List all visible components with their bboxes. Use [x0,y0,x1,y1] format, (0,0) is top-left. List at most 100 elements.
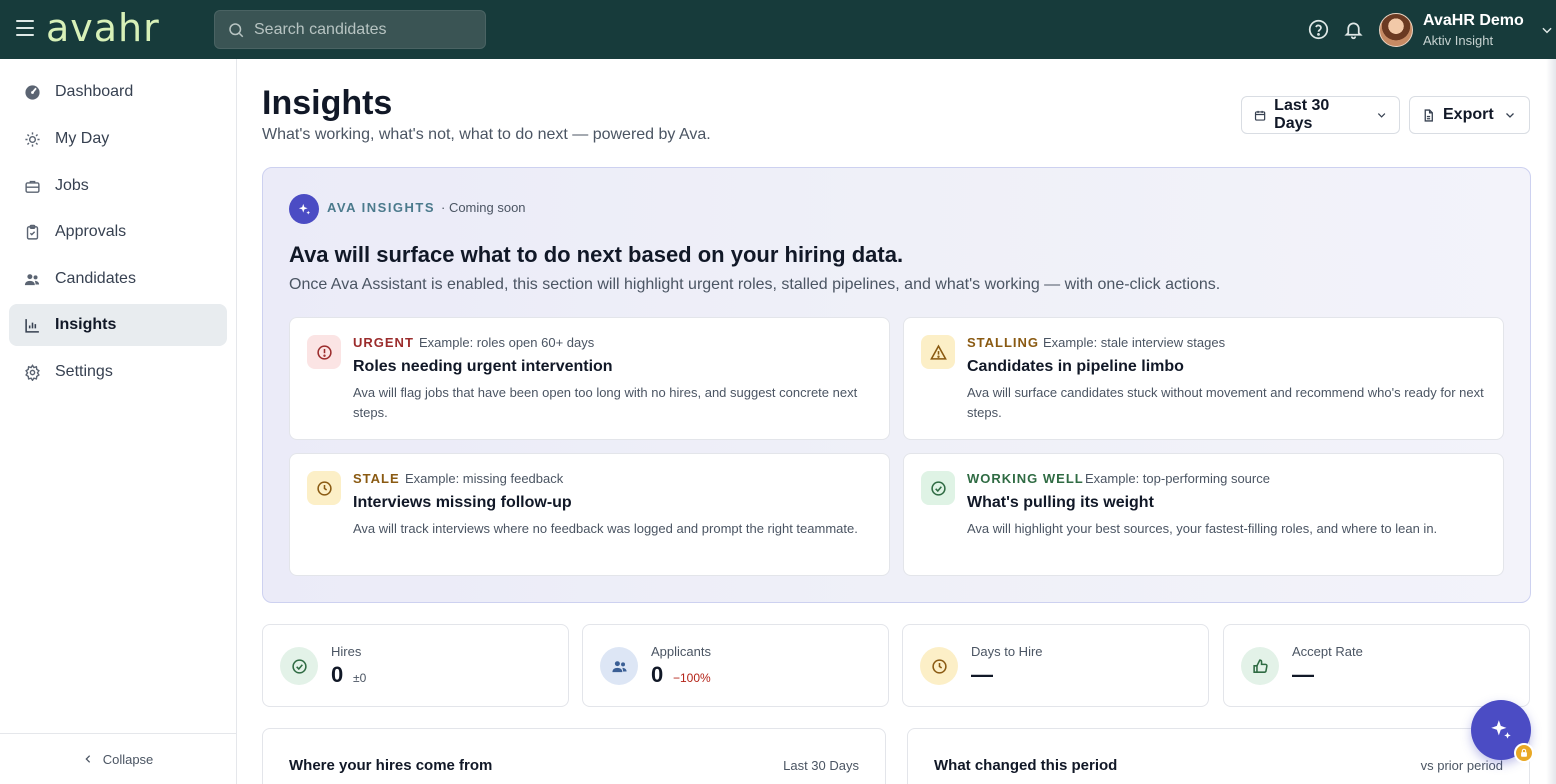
user-org: Aktiv Insight [1423,33,1494,48]
sidebar-item-my-day[interactable]: My Day [9,118,227,160]
card-tag: URGENT [353,335,414,350]
sidebar-item-settings[interactable]: Settings [9,351,227,393]
ava-heading: Ava will surface what to do next based o… [289,242,904,267]
kpi-hires: Hires 0 ±0 [262,624,569,707]
export-button[interactable]: Export [1409,96,1530,134]
ava-status: · Coming soon [441,200,526,215]
kpi-label: Hires [331,644,362,659]
card-example: Example: top-performing source [1085,471,1270,486]
kpi-label: Accept Rate [1292,644,1363,659]
avatar [1379,13,1413,47]
ava-description: Once Ava Assistant is enabled, this sect… [289,276,1221,293]
sidebar-item-approvals[interactable]: Approvals [9,211,227,253]
sidebar-item-candidates[interactable]: Candidates [9,258,227,300]
insight-card-working-well: WORKING WELL Example: top-performing sou… [903,453,1504,576]
card-title: Roles needing urgent intervention [353,358,613,375]
sparkle-icon [289,194,319,224]
sidebar-item-label: Candidates [55,270,136,287]
changes-card: What changed this period vs prior period [907,728,1530,784]
sidebar-item-jobs[interactable]: Jobs [9,165,227,207]
user-name: AvaHR Demo [1423,12,1524,29]
sidebar-item-label: Jobs [55,177,89,194]
page-subtitle: What's working, what's not, what to do n… [262,126,711,143]
search-input[interactable] [254,20,474,39]
alert-circle-icon [307,335,341,369]
people-icon [23,270,41,288]
chart-icon [23,316,41,334]
section-title: Where your hires come from [289,757,493,774]
bell-icon[interactable] [1343,19,1364,40]
kpi-value: 0 [651,662,664,687]
lock-icon [1514,743,1534,763]
kpi-days-to-hire: Days to Hire — [902,624,1209,707]
card-tag: STALLING [967,335,1040,350]
clock-icon [920,647,958,685]
warning-icon [921,335,955,369]
kpi-label: Applicants [651,644,711,659]
collapse-label: Collapse [102,751,154,767]
page-title: Insights [262,84,393,122]
chevron-down-icon [1542,27,1552,34]
card-description: Ava will flag jobs that have been open t… [353,385,858,420]
briefcase-icon [23,177,41,195]
section-period: Last 30 Days [783,758,859,773]
ava-insights-label: AVA INSIGHTS [327,200,436,215]
card-tag: STALE [353,471,400,486]
card-example: Example: roles open 60+ days [419,335,595,350]
card-title: What's pulling its weight [967,494,1154,511]
search-box[interactable] [214,10,486,49]
insight-card-urgent: URGENT Example: roles open 60+ days Role… [289,317,890,440]
clipboard-icon [23,223,41,241]
card-tag: WORKING WELL [967,471,1084,486]
scroll-shadow [1546,59,1556,784]
card-example: Example: stale interview stages [1043,335,1226,350]
sun-icon [23,130,41,148]
card-title: Interviews missing follow-up [353,494,572,511]
dashboard-icon [23,83,41,101]
clock-icon [307,471,341,505]
insight-card-stalling: STALLING Example: stale interview stages… [903,317,1504,440]
sidebar-item-label: Approvals [55,223,127,240]
insight-card-stale: STALE Example: missing feedback Intervie… [289,453,890,576]
user-menu[interactable]: AvaHR Demo Aktiv Insight [1379,11,1554,49]
export-label: Export [1443,106,1494,123]
hires-source-card: Where your hires come from Last 30 Days [262,728,886,784]
check-circle-icon [280,647,318,685]
chevron-left-icon [85,755,90,763]
section-title: What changed this period [934,757,1118,774]
kpi-value: — [1292,662,1314,687]
kpi-accept-rate: Accept Rate — [1223,624,1530,707]
kpi-label: Days to Hire [971,644,1043,659]
kpi-value: — [971,662,993,687]
chevron-down-icon [1377,113,1386,118]
kpi-applicants: Applicants 0 −100% [582,624,889,707]
kpi-delta: −100% [673,671,711,685]
sidebar-item-label: Insights [55,316,117,333]
card-example: Example: missing feedback [405,471,564,486]
gear-icon [23,363,41,381]
date-range-button[interactable]: Last 30 Days [1241,96,1400,134]
kpi-value: 0 [331,662,344,687]
sidebar-item-label: Dashboard [55,83,134,100]
chevron-down-icon [1505,113,1514,118]
document-icon [1424,108,1433,122]
card-description: Ava will track interviews where no feedb… [353,521,858,536]
calendar-icon [1254,110,1266,121]
sidebar-item-insights[interactable]: Insights [9,304,227,346]
sidebar-item-label: My Day [55,130,110,147]
date-range-label: Last 30 Days [1274,97,1330,132]
help-icon[interactable] [1308,19,1329,40]
card-title: Candidates in pipeline limbo [967,358,1184,375]
sidebar-item-label: Settings [55,363,113,380]
ava-insights-panel: AVA INSIGHTS · Coming soon Ava will surf… [262,167,1531,603]
people-icon [600,647,638,685]
sidebar-item-dashboard[interactable]: Dashboard [9,71,227,113]
thumbs-up-icon [1241,647,1279,685]
kpi-delta: ±0 [353,671,367,685]
app-logo[interactable]: avahr [46,6,160,50]
card-description: Ava will highlight your best sources, yo… [967,521,1438,536]
top-bar: avahr AvaHR Demo Aktiv Insight [0,0,1556,59]
section-period: vs prior period [1420,758,1503,773]
menu-icon[interactable] [16,20,34,38]
collapse-button[interactable]: Collapse [0,733,236,784]
